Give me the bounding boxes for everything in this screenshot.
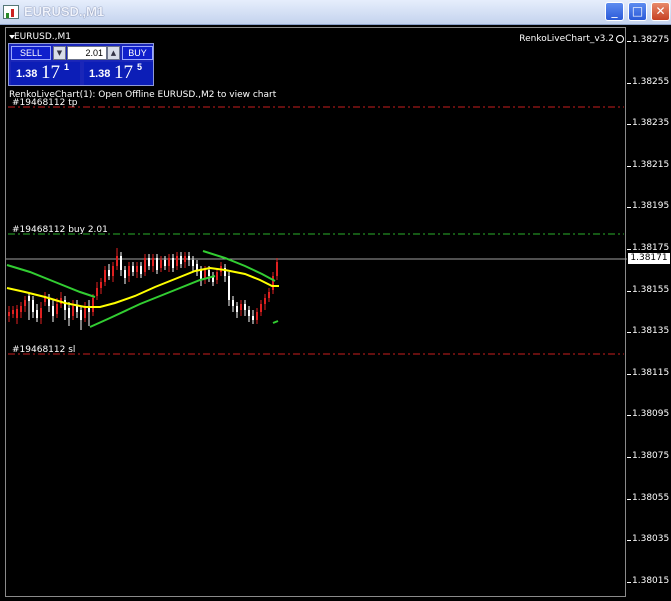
order-buy-label[interactable]: #19468112 buy 2.01 [12,225,108,235]
window-title: EURUSD.,M1 [24,4,105,19]
price-axis-label: 1.38135 [632,326,670,337]
price-axis-label: 1.38255 [632,76,670,87]
price-axis-tick [627,165,631,167]
price-axis-label: 1.38115 [632,367,670,378]
chart-symbol-label: EURUSD.,M1 [14,32,71,42]
price-axis-tick [627,82,631,84]
maximize-button[interactable]: □ [628,2,647,21]
close-button[interactable]: ✕ [651,2,670,21]
chart-area[interactable] [5,27,626,597]
price-axis-label: 1.38175 [632,243,670,253]
price-axis-tick [627,41,631,42]
buy-price-big: 17 [114,62,133,83]
price-axis [627,27,671,597]
price-axis-label: 1.38195 [632,201,670,212]
price-axis-label: 1.38055 [632,492,670,503]
price-axis-tick [627,332,631,334]
price-axis-tick [627,124,631,126]
one-click-trading-panel: SELL ▼ 2.01 ▲ BUY 1.38 17 1 1.38 17 5 [8,43,154,86]
price-axis-tick [627,581,631,583]
sell-price-sup: 1 [64,62,70,72]
sell-price-button[interactable]: 1.38 17 1 [11,62,80,85]
order-sl-label[interactable]: #19468112 sl [12,345,75,355]
price-axis-tick [627,415,631,417]
price-axis-tick [627,249,631,250]
price-axis-label: 1.38155 [632,284,670,295]
price-axis-label: 1.38015 [632,575,670,586]
indicator-name: RenkoLiveChart_v3.2 [519,34,614,44]
volume-decrease-button[interactable]: ▼ [53,46,66,60]
buy-price-button[interactable]: 1.38 17 5 [84,62,153,85]
volume-increase-button[interactable]: ▲ [107,46,120,60]
price-axis-label: 1.38275 [632,35,670,45]
price-axis-label: 1.38095 [632,409,670,420]
minimize-button[interactable]: _ [605,2,624,21]
window-titlebar[interactable]: EURUSD.,M1 _ □ ✕ [0,0,671,25]
chart-app-icon[interactable] [3,5,19,19]
buy-price-prefix: 1.38 [89,68,111,80]
buy-button[interactable]: BUY [122,46,153,60]
current-price-tag: 1.38171 [628,253,670,264]
sell-price-big: 17 [41,62,60,83]
price-axis-tick [627,373,631,375]
price-axis-tick [627,290,631,292]
price-axis-label: 1.38215 [632,159,670,170]
volume-input[interactable]: 2.01 [67,46,107,60]
smiley-icon [616,35,624,43]
price-axis-tick [627,207,631,209]
order-tp-label[interactable]: #19468112 tp [12,98,77,108]
buy-price-sup: 5 [137,62,143,72]
price-axis-tick [627,498,631,500]
sell-price-prefix: 1.38 [16,68,38,80]
sell-button[interactable]: SELL [11,46,51,60]
price-axis-tick [627,457,631,458]
price-axis-tick [627,540,631,542]
price-axis-label: 1.38035 [632,534,670,545]
price-axis-label: 1.38235 [632,118,670,129]
price-axis-label: 1.38075 [632,451,670,461]
